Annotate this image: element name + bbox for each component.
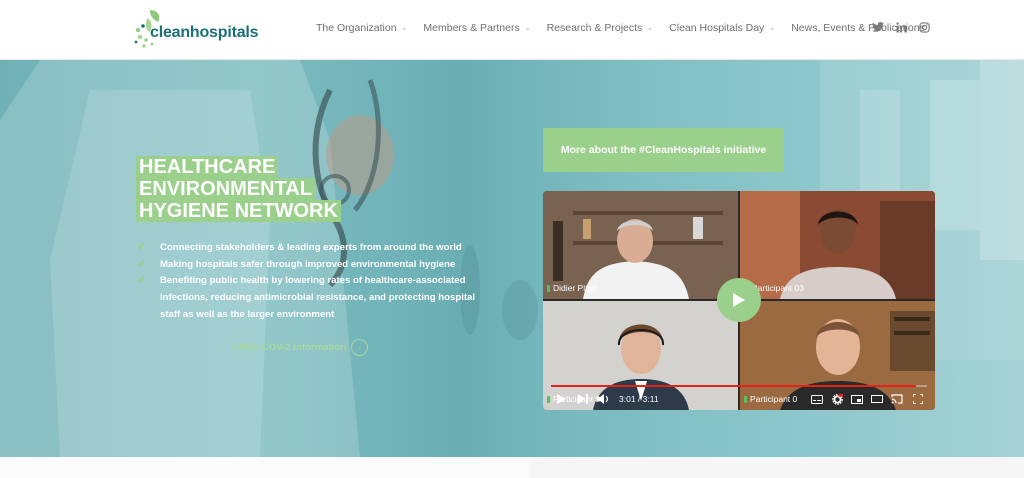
check-icon: ✔ xyxy=(137,242,146,253)
bullet-text: Making hospitals safer through improved … xyxy=(160,258,456,270)
linkedin-icon[interactable] xyxy=(894,20,908,34)
hero-headline: HEALTHCARE ENVIRONMENTAL HYGIENE NETWORK xyxy=(136,156,416,222)
logo[interactable]: cleanhospitals xyxy=(134,8,259,50)
main-nav: The Organization ⌄ Members & Partners ⌄ … xyxy=(316,20,941,36)
video-progress-bar[interactable] xyxy=(551,385,927,387)
next-icon[interactable] xyxy=(573,388,593,410)
nav-item-label: The Organization xyxy=(316,22,397,34)
social-links xyxy=(871,20,940,34)
cast-icon[interactable] xyxy=(887,388,907,410)
video-tile-didier-pittet: Didier Pittet xyxy=(543,191,738,299)
video-player[interactable]: Didier Pittet Participant 03 Participant… xyxy=(543,191,935,410)
volume-icon[interactable] xyxy=(593,388,613,410)
list-item: ✔ Making hospitals safer through improve… xyxy=(136,257,476,274)
list-item: ✔ Connecting stakeholders & leading expe… xyxy=(136,240,476,257)
nav-item-clean-hospitals-day[interactable]: Clean Hospitals Day ⌄ xyxy=(669,22,775,34)
headline-line: HYGIENE NETWORK xyxy=(136,200,341,222)
bullet-text: Benefiting public health by lowering rat… xyxy=(160,275,476,320)
arrow-right-icon: › xyxy=(351,339,369,356)
theater-mode-icon[interactable] xyxy=(867,388,887,410)
settings-gear-icon[interactable] xyxy=(827,388,847,410)
participant-label: Participant 03 xyxy=(752,283,804,293)
play-icon xyxy=(733,293,745,307)
fullscreen-icon[interactable] xyxy=(907,388,929,410)
nav-item-members-partners[interactable]: Members & Partners ⌄ xyxy=(423,22,530,34)
twitter-icon[interactable] xyxy=(871,20,885,34)
video-tile-participant-03: Participant 03 xyxy=(740,191,935,299)
participant-label: Didier Pittet xyxy=(547,283,597,293)
chevron-down-icon: ⌄ xyxy=(769,25,776,32)
video-progress-fill xyxy=(551,385,916,387)
check-icon: ✔ xyxy=(137,258,146,270)
video-controls: 3:01 / 3:11 xyxy=(543,388,935,410)
hero-section: HEALTHCARE ENVIRONMENTAL HYGIENE NETWORK… xyxy=(0,60,1024,457)
nav-item-research-projects[interactable]: Research & Projects ⌄ xyxy=(547,22,654,34)
list-item: ✔ Benefiting public health by lowering r… xyxy=(136,273,476,323)
more-about-initiative-button[interactable]: More about the #CleanHospitals initiativ… xyxy=(543,128,784,172)
headline-line: HEALTHCARE xyxy=(136,156,279,178)
hero-bullet-list: ✔ Connecting stakeholders & leading expe… xyxy=(136,240,476,324)
chevron-down-icon: ⌄ xyxy=(524,25,531,32)
bullet-text: Connecting stakeholders & leading expert… xyxy=(160,242,462,253)
nav-item-label: Research & Projects xyxy=(546,22,643,34)
chevron-down-icon: ⌄ xyxy=(401,25,408,32)
logo-text: cleanhospitals xyxy=(150,24,259,41)
check-icon: ✔ xyxy=(137,275,146,287)
sars-cov-2-link[interactable]: SARS-COV-2 information › xyxy=(232,339,369,356)
nav-item-organization[interactable]: The Organization ⌄ xyxy=(316,22,407,34)
nav-item-label: Clean Hospitals Day xyxy=(669,22,765,34)
site-header: cleanhospitals The Organization ⌄ Member… xyxy=(0,0,1024,60)
page-bottom-band xyxy=(0,457,1024,478)
miniplayer-icon[interactable] xyxy=(847,388,867,410)
play-button[interactable] xyxy=(717,278,761,322)
chevron-down-icon: ⌄ xyxy=(647,25,654,32)
instagram-icon[interactable] xyxy=(917,20,931,34)
mic-icon xyxy=(547,284,550,292)
page-bottom-band-inner xyxy=(0,457,530,478)
nav-item-label: Members & Partners xyxy=(423,22,520,34)
play-control-icon[interactable] xyxy=(549,388,573,410)
sars-link-label: SARS-COV-2 information xyxy=(232,342,347,353)
subtitles-icon[interactable] xyxy=(807,388,827,410)
headline-line: ENVIRONMENTAL xyxy=(136,178,315,200)
video-time: 3:01 / 3:11 xyxy=(619,394,659,404)
